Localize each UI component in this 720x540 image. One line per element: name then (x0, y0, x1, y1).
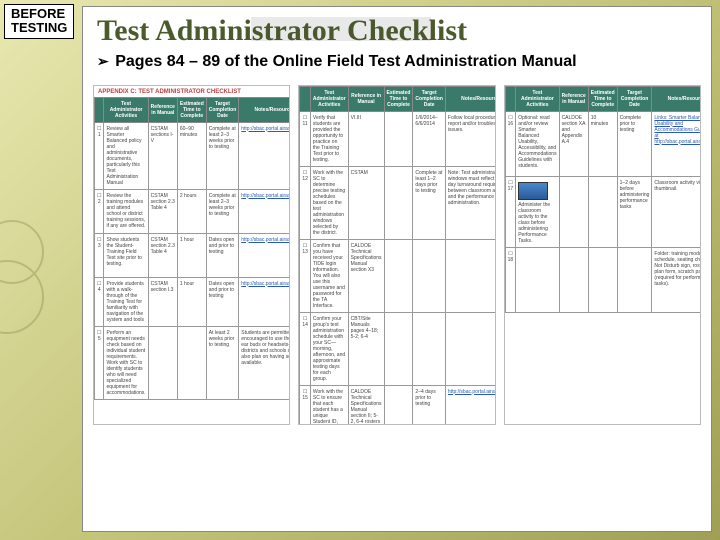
table-row: ☐ 15Work with the SC to ensure that each… (300, 385, 496, 425)
checklist-table-1: Test Administrator Activities Reference … (94, 97, 290, 400)
decorative-circles (0, 100, 80, 540)
col-time: Estimated Time to Complete (177, 97, 206, 122)
table-row: ☐ 16Optional: read and/or review Smarter… (505, 111, 701, 176)
col-reference: Reference in Manual (148, 97, 177, 122)
subtitle-text: Pages 84 – 89 of the Online Field Test A… (115, 53, 576, 70)
table-row: ☐ 11Verify that students are provided th… (300, 111, 496, 166)
slide-subtitle: ➢ Pages 84 – 89 of the Online Field Test… (97, 53, 697, 71)
col-target: Target Completion Date (413, 86, 445, 111)
col-reference: Reference in Manual (348, 86, 384, 111)
table-row: ☐ 14Confirm your group's test administra… (300, 312, 496, 385)
slide-content: Test Administrator Checklist ➢ Pages 84 … (82, 6, 712, 532)
col-target: Target Completion Date (206, 97, 238, 122)
col-reference: Reference in Manual (559, 86, 588, 111)
col-activities: Test Administrator Activities (310, 86, 348, 111)
table-row: ☐ 4Provide students with a walk-through … (95, 277, 291, 326)
table-row: ☐ 17Administer the classroom activity to… (505, 176, 701, 247)
appendix-label: APPENDIX C: TEST ADMINISTRATOR CHECKLIST (94, 86, 289, 97)
col-check (95, 97, 104, 122)
checklist-page-2: Test Administrator Activities Reference … (298, 85, 495, 425)
badge-line2: TESTING (11, 21, 67, 35)
checklist-page-3: Test Administrator Activities Reference … (504, 85, 701, 425)
checklist-table-3: Test Administrator Activities Reference … (505, 86, 701, 313)
col-activities: Test Administrator Activities (104, 97, 148, 122)
col-notes: Notes/Resources (445, 86, 495, 111)
table-row: ☐ 13Confirm that you have received your … (300, 239, 496, 312)
table-row: ☐ 3Show students the Student-Training Fi… (95, 233, 291, 277)
col-notes: Notes/Resources (239, 97, 291, 122)
col-check (300, 86, 311, 111)
phase-badge: BEFORE TESTING (4, 4, 74, 39)
checklist-page-1: APPENDIX C: TEST ADMINISTRATOR CHECKLIST… (93, 85, 290, 425)
table-row: ☐ 1Review all Smarter Balanced policy an… (95, 122, 291, 189)
table-row: ☐ 5Perform an equipment needs check base… (95, 326, 291, 399)
table-row: ☐ 18Folder: training modules, schedule, … (505, 247, 701, 312)
checklist-table-2: Test Administrator Activities Reference … (299, 86, 495, 425)
table-row: ☐ 2Review the training modules and atten… (95, 189, 291, 233)
col-time: Estimated Time to Complete (588, 86, 617, 111)
col-time: Estimated Time to Complete (384, 86, 413, 111)
bullet-icon: ➢ (97, 55, 109, 70)
video-thumbnail-icon (518, 182, 548, 200)
col-target: Target Completion Date (617, 86, 652, 111)
col-notes: Notes/Resources (652, 86, 701, 111)
col-activities: Test Administrator Activities (516, 86, 559, 111)
badge-line1: BEFORE (11, 7, 67, 21)
table-row: ☐ 12Work with the SC to determine precis… (300, 166, 496, 239)
col-check (505, 86, 516, 111)
checklist-thumbnails: APPENDIX C: TEST ADMINISTRATOR CHECKLIST… (83, 81, 711, 429)
title-accent-bar (251, 17, 431, 41)
